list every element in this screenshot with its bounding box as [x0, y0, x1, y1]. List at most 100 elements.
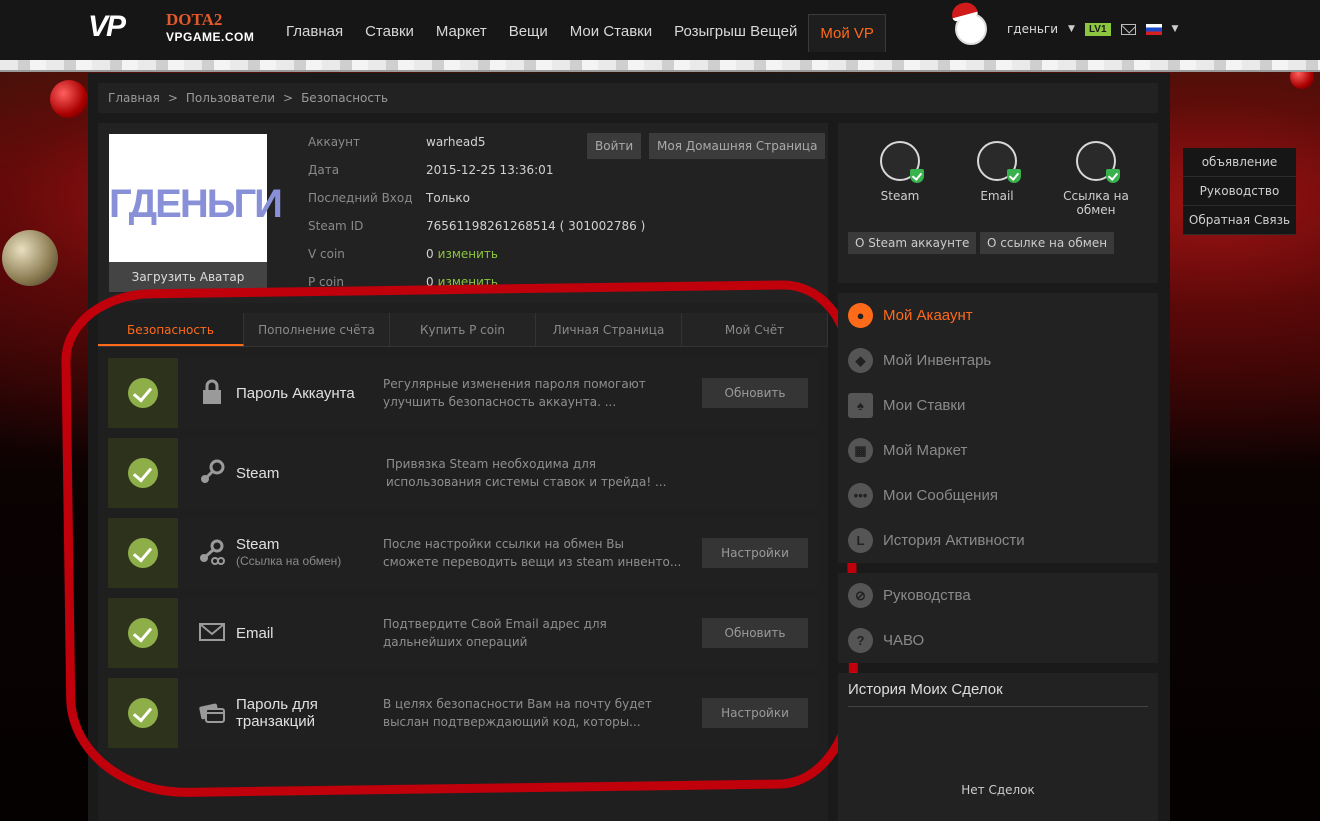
security-title: Email [236, 598, 274, 668]
tab-buy-p-coin[interactable]: Купить P coin [390, 313, 536, 346]
update-password-button[interactable]: Обновить [702, 378, 808, 408]
verified-cell [108, 598, 178, 668]
change-p-coin-link[interactable]: изменить [438, 275, 498, 303]
nav-bets[interactable]: Ставки [354, 12, 425, 52]
steam-icon [1076, 141, 1120, 183]
user-name[interactable]: гденьги [1007, 22, 1058, 36]
tab-security[interactable]: Безопасность [98, 313, 244, 346]
nav-home[interactable]: Главная [275, 12, 354, 52]
mail-icon[interactable] [1120, 23, 1136, 35]
account-tabs: Безопасность Пополнение счёта Купить P c… [98, 313, 828, 347]
side-guide-link[interactable]: Руководство [1183, 177, 1296, 206]
menu-my-market[interactable]: ▦ Мой Маркет [838, 428, 1158, 473]
menu-label: Руководства [883, 587, 971, 604]
history-icon: L [848, 528, 873, 553]
security-description: В целях безопасности Вам на почту будет … [383, 697, 652, 729]
menu-activity-history[interactable]: L История Активности [838, 518, 1158, 563]
verify-label: Ссылка на обмен [1063, 189, 1129, 217]
lock-icon [203, 379, 221, 404]
security-title-text: Steam [236, 464, 280, 482]
info-value: 76561198261268514 ( 301002786 ) [426, 219, 646, 233]
chevron-down-icon[interactable]: ▼ [1172, 24, 1179, 34]
verified-cell [108, 358, 178, 428]
info-label: Аккаунт [308, 135, 360, 149]
verify-trade-link[interactable]: Ссылка на обмен [1054, 141, 1138, 217]
breadcrumb-users[interactable]: Пользователи [186, 91, 275, 105]
home-page-button[interactable]: Моя Домашняя Страница [649, 133, 826, 159]
info-value: Только [426, 191, 471, 205]
check-icon [128, 458, 158, 488]
verify-label: Steam [880, 189, 920, 203]
breadcrumb-home[interactable]: Главная [108, 91, 160, 105]
menu-my-bets[interactable]: ♠ Мои Ставки [838, 383, 1158, 428]
steam-icon [201, 459, 225, 483]
security-title: Steam (Ссылка на обмен) [236, 518, 341, 588]
nav-market[interactable]: Маркет [425, 12, 498, 52]
security-title: Steam [236, 438, 279, 508]
security-title-text: Пароль для транзакций [236, 696, 318, 730]
verified-cell [108, 678, 178, 748]
profile-panel: ГДЕНЬГИ Загрузить Аватар Аккаунт warhead5… [98, 123, 828, 303]
menu-faq[interactable]: ? ЧАВО [838, 618, 1158, 663]
help-menu: ⊘ Руководства ? ЧАВО [838, 573, 1158, 663]
menu-label: ЧАВО [883, 632, 925, 649]
tab-top-up[interactable]: Пополнение счёта [244, 313, 390, 346]
about-steam-account-button[interactable]: О Steam аккаунте [848, 232, 977, 254]
account-info: Аккаунт warhead5 Дата 2015-12-25 13:36:01 … [308, 135, 645, 303]
nav-my-bets[interactable]: Мои Ставки [559, 12, 663, 52]
profile-avatar: ГДЕНЬГИ Загрузить Аватар [109, 134, 283, 292]
verified-shield-icon [910, 169, 924, 183]
about-trade-link-button[interactable]: О ссылке на обмен [980, 232, 1115, 254]
update-email-button[interactable]: Обновить [702, 618, 808, 648]
menu-my-inventory[interactable]: ◆ Мой Инвентарь [838, 338, 1158, 383]
email-icon [977, 141, 1021, 183]
security-title-text: Email [236, 624, 274, 642]
steam-icon [880, 141, 924, 183]
info-label: V coin [308, 247, 345, 261]
tab-personal-page[interactable]: Личная Страница [536, 313, 682, 346]
change-v-coin-link[interactable]: изменить [438, 247, 498, 275]
russia-flag-icon[interactable] [1145, 23, 1162, 35]
nav-items[interactable]: Вещи [498, 12, 559, 52]
main-nav: Главная Ставки Маркет Вещи Мои Ставки Ро… [275, 12, 886, 52]
verify-email[interactable]: Email [962, 141, 1032, 203]
chevron-down-icon[interactable]: ▼ [1068, 24, 1075, 34]
tab-my-account[interactable]: Мой Счёт [682, 313, 828, 346]
vpgame-logo[interactable]: VP DOTA2 VPGAME.COM [88, 10, 268, 46]
verification-panel: Steam Email Ссылка на обмен О Steam акка… [838, 123, 1158, 283]
trade-link-settings-button[interactable]: Настройки [702, 538, 808, 568]
info-row-date: Дата 2015-12-25 13:36:01 [308, 163, 645, 191]
info-label: P coin [308, 275, 344, 289]
card-icon [199, 703, 225, 723]
verify-steam[interactable]: Steam [865, 141, 935, 203]
menu-my-messages[interactable]: ••• Мои Сообщения [838, 473, 1158, 518]
check-icon [128, 618, 158, 648]
login-button[interactable]: Войти [587, 133, 642, 159]
transaction-password-settings-button[interactable]: Настройки [702, 698, 808, 728]
top-navbar: VP DOTA2 VPGAME.COM Главная Ставки Марке… [0, 0, 1320, 60]
menu-label: Мой Акааунт [883, 307, 973, 324]
upload-avatar-button[interactable]: Загрузить Аватар [109, 262, 267, 292]
logo-dota: DOTA2 [166, 10, 223, 29]
nav-my-vp[interactable]: Мой VP [808, 14, 886, 52]
info-value: 0 [426, 247, 434, 261]
security-description: Привязка Steam необходима для использова… [386, 457, 667, 489]
security-description: Регулярные изменения пароля помогают улу… [383, 377, 646, 409]
avatar-image-text: ГДЕНЬГИ [109, 182, 283, 226]
security-row-trade-link: Steam (Ссылка на обмен) После настройки … [108, 518, 818, 588]
nav-giveaway[interactable]: Розыгрыш Вещей [663, 12, 808, 52]
ornament [2, 230, 58, 286]
side-feedback-link[interactable]: Обратная Связь [1183, 206, 1296, 235]
chat-icon: ••• [848, 483, 873, 508]
verified-shield-icon [1007, 169, 1021, 183]
security-title-text: Steam [236, 536, 280, 553]
info-label: Дата [308, 163, 340, 177]
side-notice-panel: объявление Руководство Обратная Связь [1183, 148, 1296, 235]
account-menu: ● Мой Акааунт ◆ Мой Инвентарь ♠ Мои Ставки … [838, 293, 1158, 563]
side-announcement-link[interactable]: объявление [1183, 148, 1296, 177]
security-description: После настройки ссылки на обмен Вы сможе… [383, 537, 682, 569]
verified-cell [108, 518, 178, 588]
menu-guides[interactable]: ⊘ Руководства [838, 573, 1158, 618]
menu-my-account[interactable]: ● Мой Акааунт [838, 293, 1158, 338]
user-avatar[interactable] [949, 0, 987, 45]
